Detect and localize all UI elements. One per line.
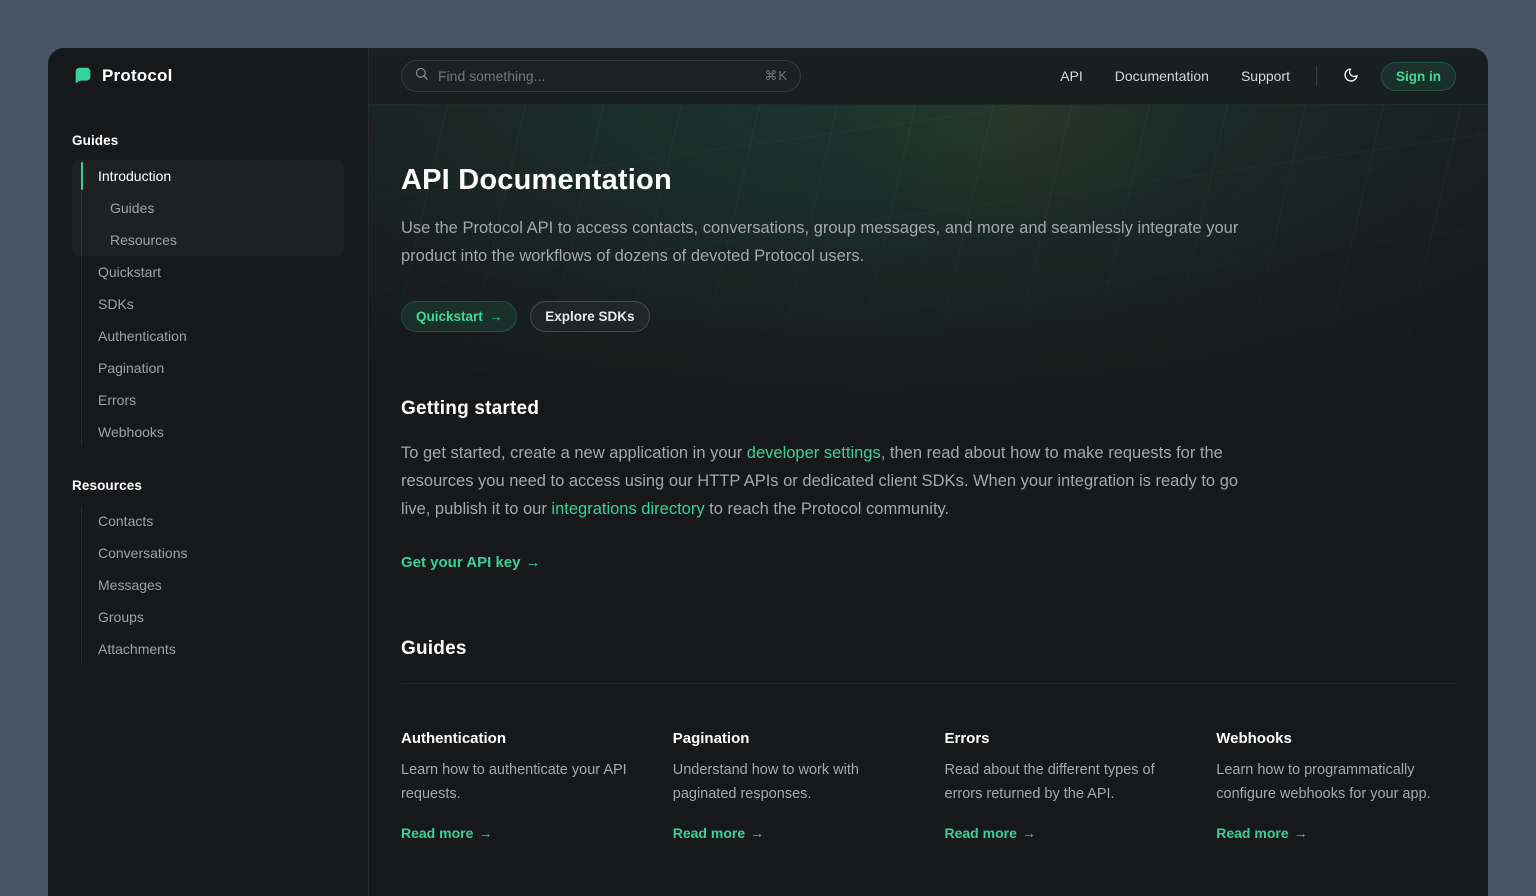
card-description: Learn how to programmatically configure … bbox=[1216, 758, 1456, 806]
read-more-label: Read more bbox=[673, 825, 745, 841]
read-more-label: Read more bbox=[401, 825, 473, 841]
sidebar-item-sdks[interactable]: SDKs bbox=[72, 288, 344, 320]
hero-cta-row: Quickstart → Explore SDKs bbox=[401, 301, 1456, 332]
active-page-marker bbox=[81, 162, 83, 190]
header-divider bbox=[1316, 66, 1317, 86]
quickstart-button-label: Quickstart bbox=[416, 309, 483, 324]
sidebar-section-guides: Guides bbox=[72, 133, 344, 148]
developer-settings-link[interactable]: developer settings bbox=[747, 444, 881, 462]
sidebar-item-introduction[interactable]: Introduction bbox=[72, 160, 344, 192]
sidebar-item-guides[interactable]: Guides bbox=[72, 192, 344, 224]
search-shortcut-hint: ⌘K bbox=[764, 68, 788, 84]
guide-card-pagination: Pagination Understand how to work with p… bbox=[673, 730, 913, 843]
search-input[interactable]: ⌘K bbox=[401, 60, 801, 92]
arrow-right-icon: → bbox=[526, 554, 541, 571]
integrations-directory-link[interactable]: integrations directory bbox=[551, 500, 704, 518]
page-description: Use the Protocol API to access contacts,… bbox=[401, 214, 1246, 270]
read-more-link-pagination[interactable]: Read more → bbox=[673, 825, 764, 841]
getting-started-section: Getting started To get started, create a… bbox=[401, 398, 1456, 572]
sidebar-item-conversations[interactable]: Conversations bbox=[72, 537, 344, 569]
protocol-logo-icon bbox=[72, 65, 94, 87]
nav-link-api[interactable]: API bbox=[1060, 68, 1083, 84]
card-description: Read about the different types of errors… bbox=[945, 758, 1185, 806]
theme-toggle-button[interactable] bbox=[1339, 63, 1363, 90]
arrow-right-icon: → bbox=[750, 825, 764, 841]
card-description: Learn how to authenticate your API reque… bbox=[401, 758, 641, 806]
guides-grid: Authentication Learn how to authenticate… bbox=[401, 730, 1456, 843]
guides-title: Guides bbox=[401, 638, 1456, 660]
sidebar: Protocol Guides Introduction Guides Reso… bbox=[48, 48, 369, 896]
main-area: ⌘K API Documentation Support Sign in AP bbox=[369, 48, 1488, 896]
logo[interactable]: Protocol bbox=[72, 65, 344, 87]
arrow-right-icon: → bbox=[478, 825, 492, 841]
guides-section: Guides Authentication Learn how to authe… bbox=[401, 638, 1456, 843]
sign-in-button[interactable]: Sign in bbox=[1381, 62, 1456, 91]
page-title: API Documentation bbox=[401, 164, 1456, 197]
sidebar-item-quickstart[interactable]: Quickstart bbox=[72, 256, 344, 288]
arrow-right-icon: → bbox=[1294, 825, 1308, 841]
sidebar-item-contacts[interactable]: Contacts bbox=[72, 505, 344, 537]
moon-icon bbox=[1343, 67, 1359, 86]
logo-text: Protocol bbox=[102, 66, 173, 86]
card-title: Authentication bbox=[401, 730, 641, 747]
get-api-key-link[interactable]: Get your API key → bbox=[401, 554, 541, 571]
nav-link-support[interactable]: Support bbox=[1241, 68, 1290, 84]
search-icon bbox=[414, 66, 429, 86]
page-content: API Documentation Use the Protocol API t… bbox=[369, 164, 1488, 843]
getting-started-text-3: to reach the Protocol community. bbox=[705, 500, 950, 518]
card-description: Understand how to work with paginated re… bbox=[673, 758, 913, 806]
guide-card-authentication: Authentication Learn how to authenticate… bbox=[401, 730, 641, 843]
arrow-right-icon: → bbox=[1022, 825, 1036, 841]
read-more-link-errors[interactable]: Read more → bbox=[945, 825, 1036, 841]
quickstart-button[interactable]: Quickstart → bbox=[401, 301, 517, 332]
arrow-right-icon: → bbox=[489, 309, 503, 324]
getting-started-title: Getting started bbox=[401, 398, 1456, 420]
sidebar-item-webhooks[interactable]: Webhooks bbox=[72, 416, 344, 448]
card-title: Webhooks bbox=[1216, 730, 1456, 747]
getting-started-text-1: To get started, create a new application… bbox=[401, 444, 747, 462]
sidebar-section-resources: Resources bbox=[72, 478, 344, 493]
sidebar-item-resources[interactable]: Resources bbox=[72, 224, 344, 256]
sidebar-item-pagination[interactable]: Pagination bbox=[72, 352, 344, 384]
card-title: Pagination bbox=[673, 730, 913, 747]
explore-sdks-button[interactable]: Explore SDKs bbox=[530, 301, 649, 332]
get-api-key-label: Get your API key bbox=[401, 554, 521, 571]
guide-card-webhooks: Webhooks Learn how to programmatically c… bbox=[1216, 730, 1456, 843]
sidebar-item-groups[interactable]: Groups bbox=[72, 601, 344, 633]
sidebar-item-authentication[interactable]: Authentication bbox=[72, 320, 344, 352]
section-divider bbox=[401, 683, 1456, 684]
sidebar-item-attachments[interactable]: Attachments bbox=[72, 633, 344, 665]
top-bar: ⌘K API Documentation Support Sign in bbox=[369, 48, 1488, 104]
nav-link-documentation[interactable]: Documentation bbox=[1115, 68, 1209, 84]
getting-started-text: To get started, create a new application… bbox=[401, 439, 1246, 523]
sidebar-nav-guides: Introduction Guides Resources Quickstart… bbox=[72, 160, 344, 448]
header-nav: API Documentation Support Sign in bbox=[1028, 62, 1456, 91]
read-more-link-authentication[interactable]: Read more → bbox=[401, 825, 492, 841]
card-title: Errors bbox=[945, 730, 1185, 747]
app-window: Protocol Guides Introduction Guides Reso… bbox=[48, 48, 1488, 896]
sidebar-nav-resources: Contacts Conversations Messages Groups A… bbox=[72, 505, 344, 665]
read-more-link-webhooks[interactable]: Read more → bbox=[1216, 825, 1307, 841]
read-more-label: Read more bbox=[945, 825, 1017, 841]
search-field[interactable] bbox=[438, 68, 755, 84]
guide-card-errors: Errors Read about the different types of… bbox=[945, 730, 1185, 843]
sidebar-item-errors[interactable]: Errors bbox=[72, 384, 344, 416]
sidebar-item-messages[interactable]: Messages bbox=[72, 569, 344, 601]
sidebar-active-group: Introduction Guides Resources bbox=[72, 160, 344, 256]
read-more-label: Read more bbox=[1216, 825, 1288, 841]
